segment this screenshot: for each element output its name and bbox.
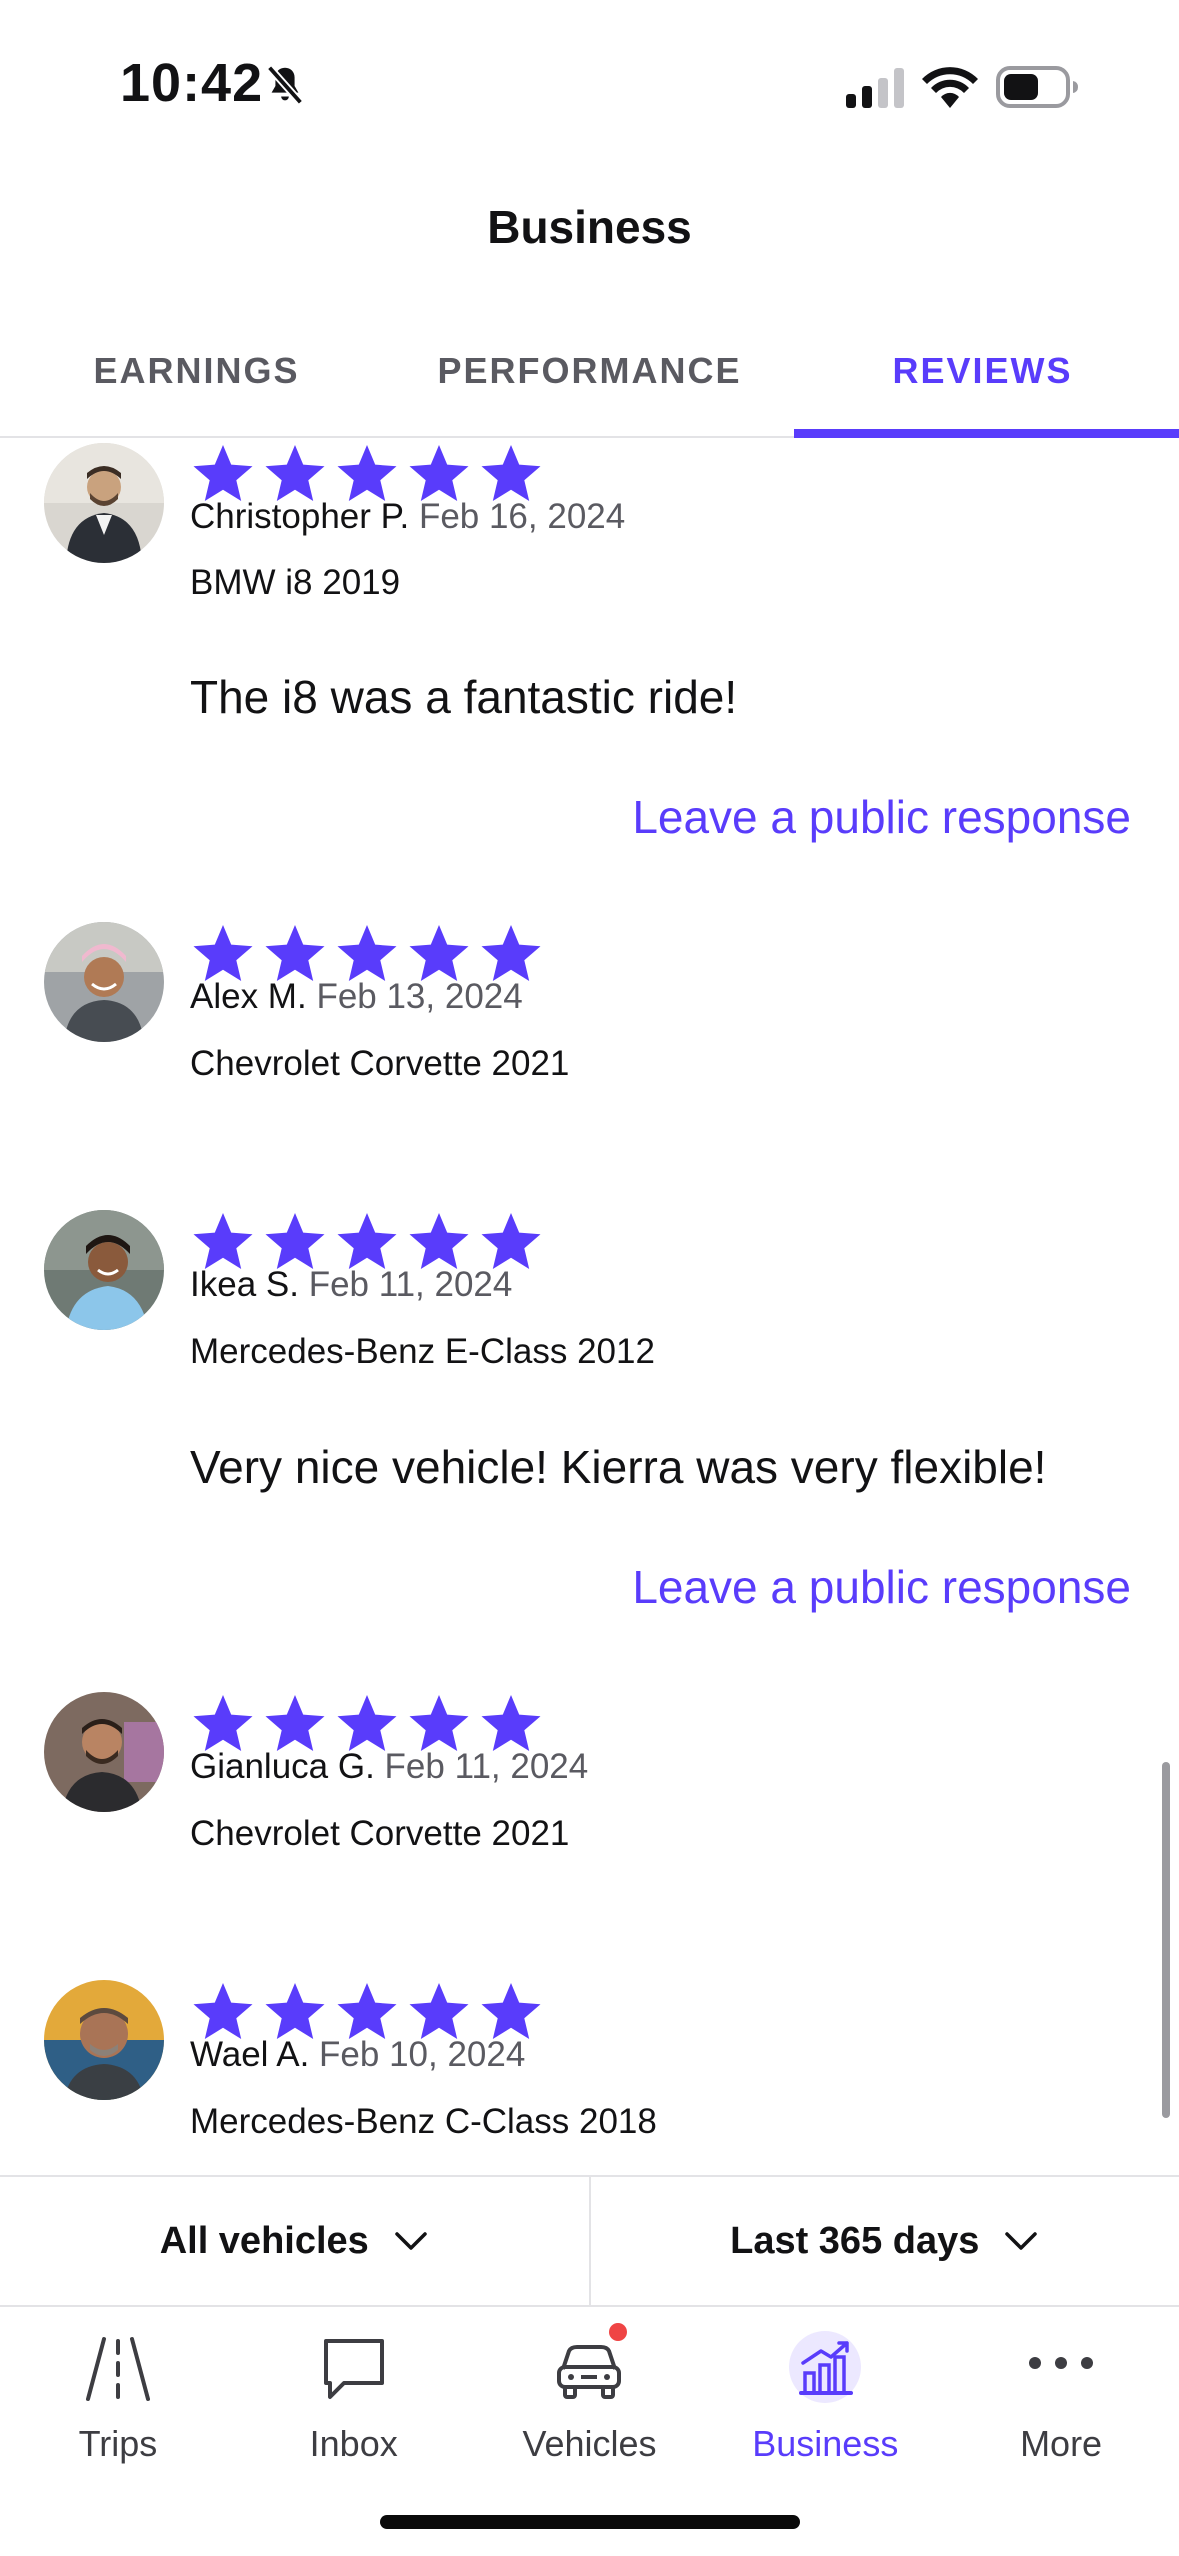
tab-reviews[interactable]: REVIEWS <box>786 320 1179 438</box>
reviews-list[interactable]: Christopher P. Feb 16, 2024 BMW i8 2019 … <box>0 440 1179 2175</box>
review-meta: Wael A. Feb 10, 2024 <box>190 2035 525 2075</box>
reviewer-avatar <box>44 922 164 1042</box>
period-filter-label: Last 365 days <box>730 2219 980 2262</box>
reviewed-vehicle: Chevrolet Corvette 2021 <box>190 1814 570 1853</box>
vehicle-filter-label: All vehicles <box>159 2219 369 2262</box>
reviewed-vehicle: BMW i8 2019 <box>190 563 401 602</box>
review-meta: Christopher P. Feb 16, 2024 <box>190 497 625 537</box>
home-indicator <box>380 2515 800 2529</box>
reviewed-vehicle: Mercedes-Benz C-Class 2018 <box>190 2102 657 2141</box>
bottom-nav: Trips Inbox Vehicles Business More <box>0 2309 1179 2489</box>
nav-label: More <box>1020 2423 1103 2464</box>
battery-icon <box>996 66 1078 108</box>
review-date: Feb 11, 2024 <box>384 1747 589 1786</box>
nav-business[interactable]: Business <box>707 2309 943 2489</box>
tab-bar: EARNINGS PERFORMANCE REVIEWS <box>0 320 1179 438</box>
chat-bubble-icon <box>323 2339 384 2399</box>
status-bar: 10:42 <box>0 0 1179 170</box>
reviewed-vehicle: Chevrolet Corvette 2021 <box>190 1044 570 1083</box>
reviewer-name: Gianluca G. <box>190 1747 375 1786</box>
review-comment: Very nice vehicle! Kierra was very flexi… <box>190 1441 1047 1493</box>
chevron-down-icon <box>395 2232 427 2250</box>
reviewer-avatar <box>44 1980 164 2100</box>
review-meta: Gianluca G. Feb 11, 2024 <box>190 1747 588 1787</box>
more-dots-icon <box>1029 2357 1094 2369</box>
cellular-signal-icon <box>846 68 904 108</box>
filter-bar: All vehicles Last 365 days <box>0 2175 1179 2307</box>
nav-trips[interactable]: Trips <box>0 2309 236 2489</box>
road-icon <box>85 2337 150 2401</box>
leave-public-response-link[interactable]: Leave a public response <box>632 1560 1131 1614</box>
nav-more[interactable]: More <box>943 2309 1179 2489</box>
reviewer-avatar <box>44 1210 164 1330</box>
review-date: Feb 16, 2024 <box>418 497 626 536</box>
review-comment: The i8 was a fantastic ride! <box>190 671 738 723</box>
reviewer-name: Wael A. <box>190 2035 310 2074</box>
car-icon <box>557 2345 622 2399</box>
bar-chart-icon <box>789 2331 862 2403</box>
review-date: Feb 13, 2024 <box>316 977 523 1016</box>
nav-label: Trips <box>78 2423 158 2464</box>
reviewer-name: Christopher P. <box>190 497 410 536</box>
bell-off-icon <box>266 65 304 105</box>
nav-label: Inbox <box>309 2423 398 2464</box>
chevron-down-icon <box>1005 2232 1038 2250</box>
reviewer-avatar <box>44 1692 164 1812</box>
tab-performance[interactable]: PERFORMANCE <box>393 320 786 436</box>
period-filter-dropdown[interactable]: Last 365 days <box>588 2177 1179 2305</box>
nav-vehicles[interactable]: Vehicles <box>472 2309 708 2489</box>
leave-public-response-link[interactable]: Leave a public response <box>632 790 1131 844</box>
review-meta: Ikea S. Feb 11, 2024 <box>190 1265 512 1305</box>
nav-label: Vehicles <box>522 2423 657 2464</box>
review-meta: Alex M. Feb 13, 2024 <box>190 977 523 1017</box>
scrollbar[interactable] <box>1162 1762 1170 2118</box>
wifi-icon <box>922 67 978 108</box>
reviewer-avatar <box>44 443 164 563</box>
nav-inbox[interactable]: Inbox <box>236 2309 472 2489</box>
review-date: Feb 11, 2024 <box>308 1265 513 1304</box>
reviewed-vehicle: Mercedes-Benz E-Class 2012 <box>190 1332 655 1371</box>
page-title: Business <box>487 201 692 253</box>
vehicle-filter-dropdown[interactable]: All vehicles <box>0 2177 589 2305</box>
status-time: 10:42 <box>120 53 264 113</box>
reviewer-name: Ikea S. <box>190 1265 299 1304</box>
review-date: Feb 10, 2024 <box>319 2035 526 2074</box>
nav-label: Business <box>752 2423 899 2464</box>
reviewer-name: Alex M. <box>190 977 307 1016</box>
tab-earnings[interactable]: EARNINGS <box>0 320 393 436</box>
